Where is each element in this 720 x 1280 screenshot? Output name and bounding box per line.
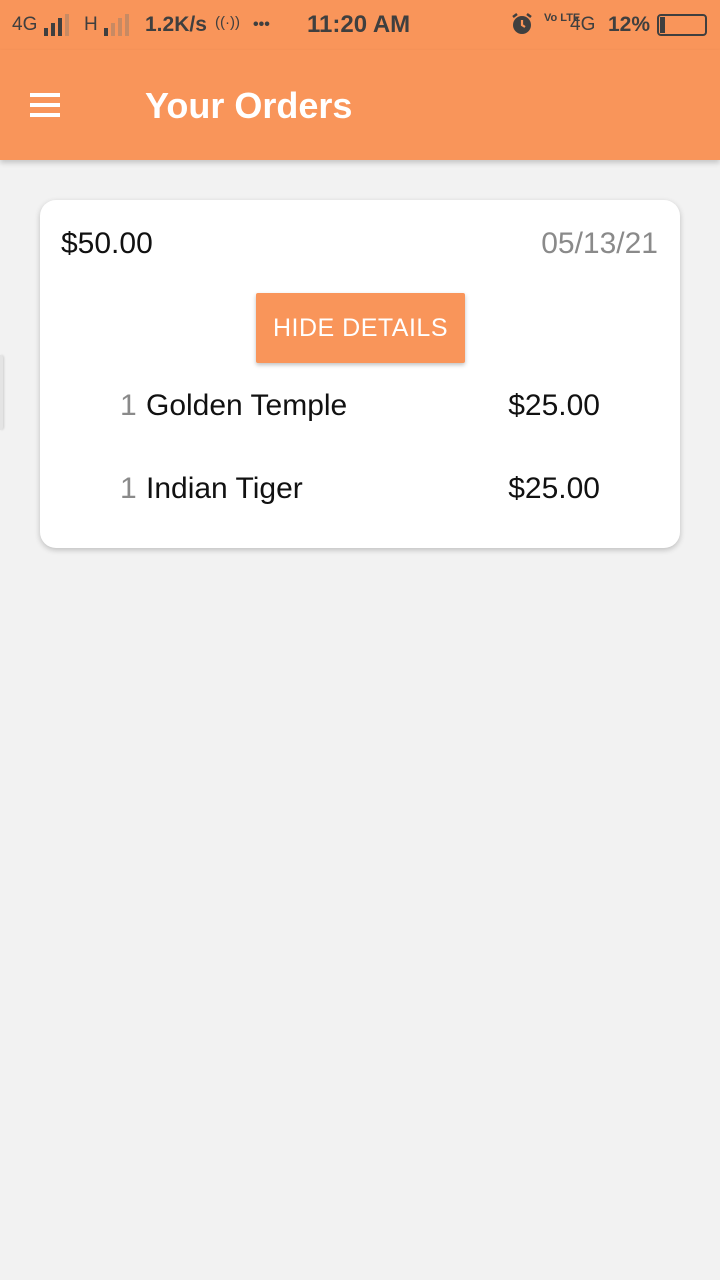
signal-strength-icon-2 — [104, 14, 132, 36]
hotspot-icon: ((·)) — [215, 14, 240, 31]
order-total: $50.00 — [61, 227, 153, 260]
item-name: Golden Temple — [146, 389, 348, 422]
network-type-label-3: 4G — [570, 14, 596, 35]
status-bar: 4G H 1.2K/s ((·)) ••• 11:20 AM Vo LTE 4G… — [0, 0, 720, 50]
network-speed: 1.2K/s — [145, 13, 207, 36]
order-card: $50.00 05/13/21 HIDE DETAILS 1 Golden Te… — [40, 200, 680, 548]
item-price: $25.00 — [508, 389, 600, 422]
order-item-row: 1 Indian Tiger $25.00 — [120, 469, 600, 509]
order-date: 05/13/21 — [541, 227, 658, 260]
hide-details-button[interactable]: HIDE DETAILS — [256, 293, 465, 363]
signal-strength-icon — [44, 14, 72, 36]
item-name: Indian Tiger — [146, 472, 303, 505]
hamburger-menu-icon[interactable] — [28, 91, 62, 119]
item-quantity: 1 — [120, 389, 137, 422]
alarm-icon — [510, 12, 534, 42]
item-price: $25.00 — [508, 472, 600, 505]
drawer-handle[interactable] — [0, 355, 3, 430]
battery-icon — [657, 14, 709, 42]
volte-icon: Vo LTE — [544, 12, 581, 24]
page-title: Your Orders — [145, 85, 353, 126]
more-notifications-icon: ••• — [253, 16, 270, 33]
battery-percent: 12% — [608, 13, 651, 36]
item-quantity: 1 — [120, 472, 137, 505]
network-type-label: 4G — [12, 14, 38, 35]
network-type-label-2: H — [84, 14, 98, 35]
clock-time: 11:20 AM — [307, 11, 411, 38]
app-bar: Your Orders — [0, 50, 720, 160]
order-item-row: 1 Golden Temple $25.00 — [120, 386, 600, 426]
